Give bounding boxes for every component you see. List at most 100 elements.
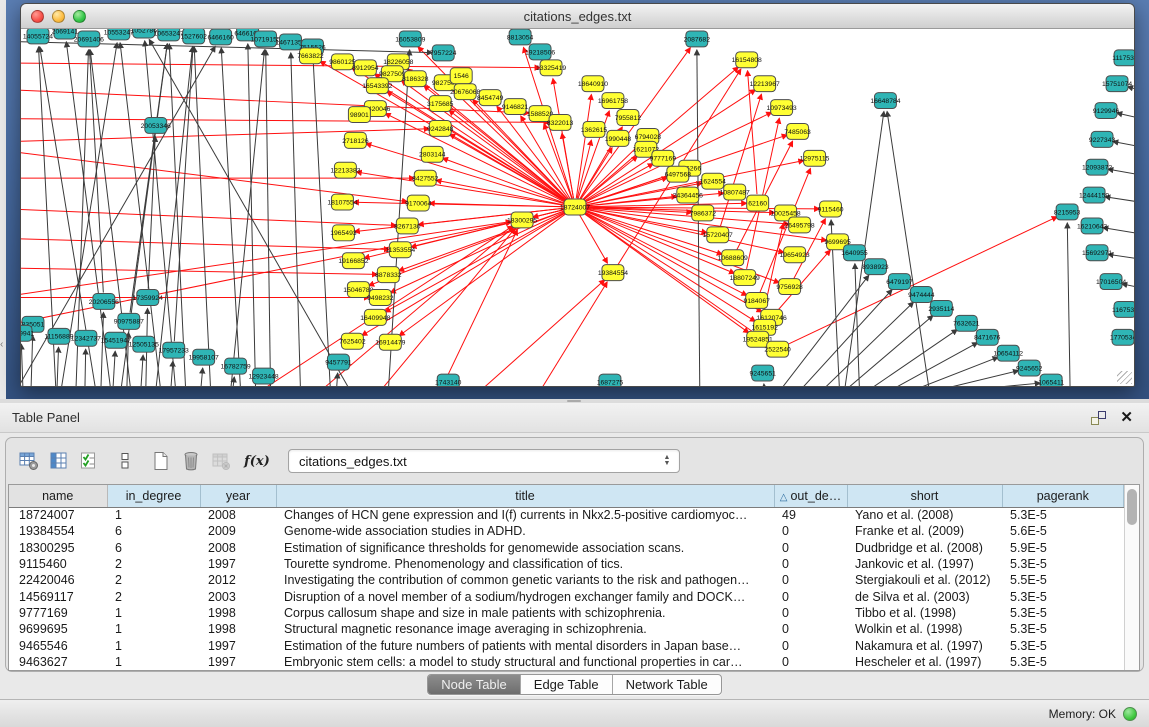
graph-node[interactable]: 10688609 — [718, 250, 748, 266]
graph-node[interactable]: 24364456 — [673, 187, 703, 203]
graph-node[interactable]: 17957233 — [159, 342, 189, 358]
cell-short[interactable]: de Silva et al. (2003) — [847, 588, 1002, 604]
graph-edge[interactable] — [867, 330, 957, 386]
cell-year[interactable]: 2008 — [200, 540, 276, 556]
graph-node[interactable]: 14055724 — [23, 29, 53, 44]
checklist-button[interactable] — [74, 447, 104, 475]
graph-node[interactable]: 19218506 — [525, 44, 555, 60]
cell-pagerank[interactable]: 5.3E-5 — [1002, 507, 1124, 523]
graph-node[interactable]: 3175685 — [427, 96, 454, 112]
graph-node[interactable]: 9129946 — [1093, 103, 1120, 119]
cell-short[interactable]: Nakamura et al. (1997) — [847, 637, 1002, 653]
cell-name[interactable]: 19384554 — [9, 523, 107, 539]
graph-edge[interactable] — [480, 280, 605, 386]
cell-name[interactable]: 18724007 — [9, 507, 107, 523]
graph-node[interactable]: 12923448 — [248, 368, 278, 384]
panel-collapse-handle[interactable]: ‹ — [0, 340, 6, 350]
graph-node[interactable]: 98901 — [348, 107, 370, 123]
cell-short[interactable]: Yano et al. (2008) — [847, 507, 1002, 523]
column-header-pagerank[interactable]: pagerank — [1002, 485, 1124, 507]
graph-node[interactable]: 16961758 — [598, 93, 628, 109]
graph-node[interactable]: 16648784 — [870, 93, 900, 109]
graph-node[interactable]: 9756928 — [776, 279, 803, 295]
graph-edge[interactable] — [399, 212, 568, 335]
graph-node[interactable]: 2803144 — [419, 146, 446, 162]
graph-node[interactable]: 15692971 — [1082, 245, 1112, 261]
graph-node[interactable]: 1965493 — [330, 225, 357, 241]
graph-node[interactable]: 12444159 — [1079, 187, 1109, 203]
graph-node[interactable]: 16543392 — [362, 78, 392, 94]
cell-name[interactable]: 9777169 — [9, 605, 107, 621]
graph-node[interactable]: 8267130 — [394, 218, 421, 234]
column-header-year[interactable]: year — [200, 485, 276, 507]
zoom-window-button[interactable] — [73, 10, 86, 23]
cell-in_degree[interactable]: 1 — [107, 654, 200, 670]
cell-out_degree[interactable]: 49 — [774, 507, 847, 523]
graph-node[interactable]: 12093872 — [1082, 159, 1112, 175]
table-row[interactable]: 969969511998Structural magnetic resonanc… — [9, 621, 1124, 637]
table-scrollbar-thumb[interactable] — [1127, 489, 1137, 525]
graph-edge[interactable] — [1103, 228, 1134, 237]
cell-name[interactable]: 9115460 — [9, 556, 107, 572]
cell-in_degree[interactable]: 2 — [107, 572, 200, 588]
graph-edge[interactable] — [221, 48, 240, 386]
graph-edge[interactable] — [248, 44, 256, 386]
graph-edge[interactable] — [800, 290, 892, 386]
graph-node[interactable]: 1640955 — [841, 245, 868, 261]
table-row[interactable]: 946554611997Estimation of the future num… — [9, 637, 1124, 653]
graph-node[interactable]: 9170064 — [405, 195, 432, 211]
graph-edge[interactable] — [90, 50, 104, 293]
cell-out_degree[interactable]: 0 — [774, 540, 847, 556]
graph-node[interactable]: 1362615 — [581, 121, 608, 137]
tab-edge-table[interactable]: Edge Table — [520, 675, 612, 694]
graph-edge[interactable] — [21, 222, 511, 329]
cell-in_degree[interactable]: 6 — [107, 523, 200, 539]
graph-node[interactable]: 7632621 — [953, 315, 980, 331]
graph-node[interactable]: 8813054 — [507, 29, 534, 45]
cell-in_degree[interactable]: 1 — [107, 507, 200, 523]
graph-edge[interactable] — [21, 344, 23, 386]
cell-out_degree[interactable]: 0 — [774, 637, 847, 653]
graph-edge[interactable] — [540, 282, 607, 386]
cell-title[interactable]: Genome-wide association studies in ADHD. — [276, 523, 774, 539]
graph-node[interactable]: 26495798 — [785, 217, 815, 233]
graph-node[interactable]: 8471676 — [974, 329, 1001, 345]
cell-short[interactable]: Dudbridge et al. (2008) — [847, 540, 1002, 556]
table-row[interactable]: 1872400712008Changes of HCN gene express… — [9, 507, 1124, 523]
graph-node[interactable]: 9245652 — [1016, 360, 1043, 376]
graph-edge[interactable] — [1117, 113, 1134, 123]
cell-title[interactable]: Embryonic stem cells: a model to study s… — [276, 654, 774, 670]
graph-edge[interactable] — [336, 373, 337, 386]
graph-node[interactable]: 12975115 — [800, 150, 830, 166]
graph-edge[interactable] — [747, 118, 780, 269]
graph-edge[interactable] — [855, 264, 860, 386]
graph-node[interactable]: 19654923 — [780, 247, 810, 263]
graph-node[interactable]: 18300295 — [507, 212, 537, 228]
cell-short[interactable]: Franke et al. (2009) — [847, 523, 1002, 539]
graph-edge[interactable] — [764, 384, 765, 386]
close-panel-icon[interactable]: ✕ — [1120, 411, 1133, 425]
graph-edge[interactable] — [31, 335, 33, 386]
graph-node[interactable]: 16409948 — [360, 309, 390, 325]
cell-year[interactable]: 1997 — [200, 654, 276, 670]
table-row[interactable]: 1938455462009Genome-wide association stu… — [9, 523, 1124, 539]
graph-edge[interactable] — [553, 79, 574, 199]
graph-edge[interactable] — [440, 230, 517, 386]
cell-short[interactable]: Tibbo et al. (1998) — [847, 605, 1002, 621]
graph-node[interactable]: 2087682 — [684, 31, 711, 47]
graph-node[interactable]: 7955812 — [615, 110, 642, 126]
graph-node[interactable]: 8912954 — [352, 60, 379, 76]
minimize-window-button[interactable] — [52, 10, 65, 23]
memory-status-label[interactable]: Memory: OK — [1049, 707, 1116, 721]
graph-node[interactable]: 1770534 — [1110, 329, 1134, 345]
cell-in_degree[interactable]: 1 — [107, 621, 200, 637]
cell-out_degree[interactable]: 0 — [774, 621, 847, 637]
table-row[interactable]: 1830029562008Estimation of significance … — [9, 540, 1124, 556]
delete-button[interactable] — [176, 447, 206, 475]
graph-edge[interactable] — [1113, 141, 1134, 150]
cell-short[interactable]: Stergiakouli et al. (2012) — [847, 572, 1002, 588]
graph-node[interactable]: 17359924 — [133, 290, 163, 306]
graph-node[interactable]: 9115460 — [818, 201, 844, 217]
graph-node[interactable]: 19166852 — [338, 253, 368, 269]
graph-node[interactable]: 7485063 — [784, 123, 811, 139]
